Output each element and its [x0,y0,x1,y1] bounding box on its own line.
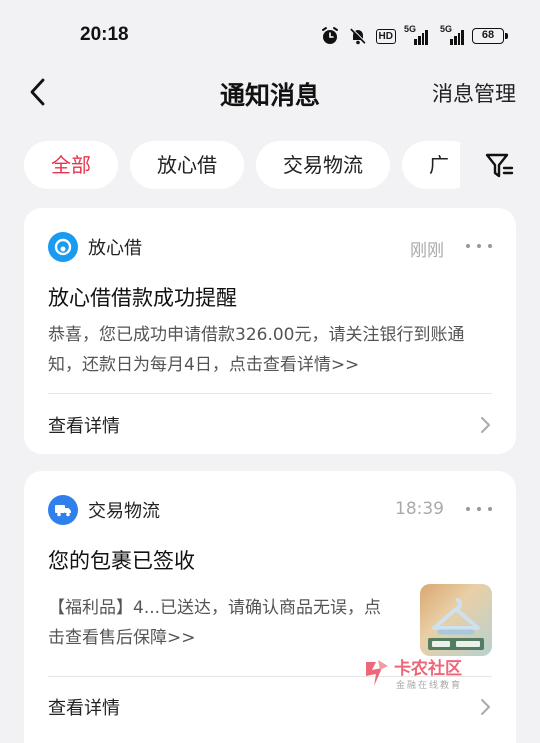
category-tabs: 全部 放心借 交易物流广 [24,141,460,189]
signal-icon: 5G [404,24,428,45]
status-icons: HD 5G 5G 68 [320,24,508,46]
kanong-watermark-logo: 卡农社区 金融在线教育 [362,656,492,692]
logistics-app-icon [48,495,78,525]
status-bar: 20:18 HD 5G 5G 68 [0,0,540,70]
card-divider [48,393,492,394]
card-app-name: 交易物流 [88,501,160,522]
chevron-right-icon [481,699,490,715]
header: 通知消息 消息管理 [0,70,540,114]
notification-card[interactable]: 放心借 刚刚 放心借借款成功提醒 恭喜，您已成功申请借款326.00元，请关注银… [24,208,516,454]
mute-bell-icon [349,27,366,45]
card-time: 18:39 [395,499,444,519]
filter-icon [485,153,514,178]
chevron-right-icon [481,417,490,433]
more-options-button[interactable] [466,234,492,258]
card-body: 【福利品】4...已送达，请确认商品无误，点击查看售后保障>> [48,598,382,648]
more-options-button[interactable] [466,497,492,521]
svg-text:金融在线教育: 金融在线教育 [396,679,462,691]
view-details-link[interactable]: 查看详情 [48,694,120,720]
card-title: 放心借借款成功提醒 [48,286,237,310]
card-header: 交易物流 18:39 [48,495,492,525]
card-title: 您的包裹已签收 [48,549,195,573]
filter-button[interactable] [484,150,516,182]
tab-ads[interactable]: 广 [402,141,460,189]
svg-text:卡农社区: 卡农社区 [394,658,462,679]
message-manage-button[interactable]: 消息管理 [432,78,516,108]
notification-card[interactable]: 交易物流 18:39 您的包裹已签收 【福利品】4...已送达，请确认商品无误，… [24,471,516,743]
battery-indicator: 68 [472,28,508,44]
alarm-icon [321,27,338,44]
fangxinjie-app-icon [48,232,78,262]
status-time: 20:18 [80,24,129,45]
tab-logistics[interactable]: 交易物流 [256,141,390,189]
hd-badge: HD [375,28,396,44]
product-thumbnail[interactable] [420,584,492,656]
card-time: 刚刚 [410,241,444,261]
tab-all[interactable]: 全部 [24,141,118,189]
view-details-link[interactable]: 查看详情 [48,412,120,438]
card-app-name: 放心借 [88,238,142,259]
card-body: 恭喜，您已成功申请借款326.00元，请关注银行到账通知，还款日为每月4日，点击… [48,325,465,375]
signal-icon-2: 5G [436,24,464,45]
tab-fangxinjie[interactable]: 放心借 [130,141,244,189]
card-header: 放心借 刚刚 [48,232,492,262]
